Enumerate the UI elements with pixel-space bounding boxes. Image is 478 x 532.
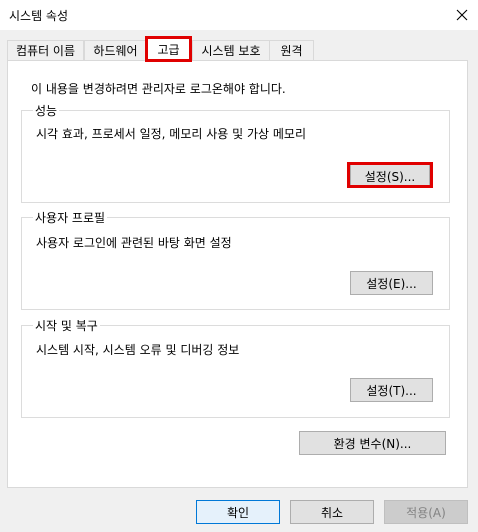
user-profiles-group: 사용자 프로필 사용자 로그인에 관련된 바탕 화면 설정 (21, 209, 450, 310)
tab-hardware[interactable]: 하드웨어 (84, 40, 147, 60)
close-icon (456, 9, 468, 21)
tab-remote[interactable]: 원격 (269, 40, 314, 60)
tab-system-protection[interactable]: 시스템 보호 (192, 40, 270, 60)
admin-notice: 이 내용을 변경하려면 관리자로 로그온해야 합니다. (31, 82, 286, 96)
title-bar: 시스템 속성 (0, 0, 478, 30)
cancel-button[interactable]: 취소 (290, 500, 374, 524)
startup-recovery-group: 시작 및 복구 시스템 시작, 시스템 오류 및 디버깅 정보 (21, 317, 450, 418)
startup-recovery-settings-button[interactable]: 설정(T)... (350, 378, 433, 402)
window-title: 시스템 속성 (9, 9, 69, 23)
environment-variables-button[interactable]: 환경 변수(N)... (299, 431, 446, 455)
user-profiles-settings-button[interactable]: 설정(E)... (350, 271, 433, 295)
apply-button[interactable]: 적용(A) (384, 500, 468, 524)
ok-button[interactable]: 확인 (196, 500, 280, 524)
user-profiles-description: 사용자 로그인에 관련된 바탕 화면 설정 (36, 236, 232, 250)
startup-recovery-description: 시스템 시작, 시스템 오류 및 디버깅 정보 (36, 343, 240, 357)
performance-settings-button[interactable]: 설정(S)... (350, 164, 430, 188)
startup-recovery-legend: 시작 및 복구 (33, 317, 100, 334)
close-button[interactable] (446, 0, 478, 30)
tab-computer-name[interactable]: 컴퓨터 이름 (7, 40, 84, 60)
performance-legend: 성능 (33, 102, 60, 119)
user-profiles-legend: 사용자 프로필 (33, 209, 108, 226)
tab-advanced[interactable]: 고급 (145, 37, 192, 61)
performance-description: 시각 효과, 프로세서 일정, 메모리 사용 및 가상 메모리 (36, 127, 306, 141)
performance-group: 성능 시각 효과, 프로세서 일정, 메모리 사용 및 가상 메모리 (21, 102, 450, 203)
